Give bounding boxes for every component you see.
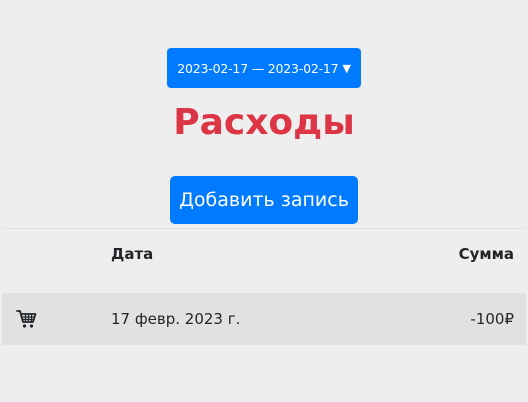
add-record-button[interactable]: Добавить запись: [170, 176, 358, 224]
page-title: Расходы: [173, 102, 355, 143]
date-range-label: 2023-02-17 — 2023-02-17: [177, 60, 339, 76]
caret-down-icon: ▼: [342, 61, 351, 75]
row-amount: -100₽: [470, 310, 514, 328]
table-header: Дата Сумма: [2, 229, 526, 293]
column-header-amount: Сумма: [458, 245, 514, 263]
expenses-table: Дата Сумма 17 февр. 2023 г. -100₽: [2, 228, 526, 345]
column-header-date: Дата: [111, 245, 154, 263]
shopping-cart-icon: [16, 309, 38, 329]
row-date: 17 февр. 2023 г.: [111, 310, 241, 328]
expenses-page: 2023-02-17 — 2023-02-17 ▼ Расходы Добави…: [0, 0, 528, 402]
date-range-dropdown[interactable]: 2023-02-17 — 2023-02-17 ▼: [167, 48, 361, 88]
table-row[interactable]: 17 февр. 2023 г. -100₽: [2, 293, 526, 345]
